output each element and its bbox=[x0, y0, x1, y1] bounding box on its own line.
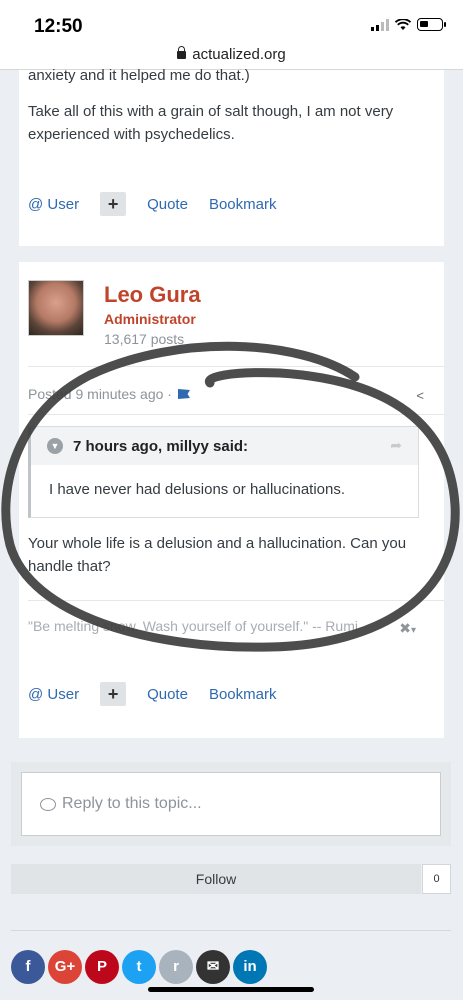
quote-citation: 7 hours ago, millyy said: bbox=[73, 437, 249, 455]
url-text: actualized.org bbox=[192, 46, 286, 63]
follower-count-badge: 0 bbox=[422, 864, 451, 894]
reddit-icon[interactable]: r bbox=[159, 950, 193, 984]
status-bar: 12:50 bbox=[0, 0, 463, 46]
author-avatar[interactable] bbox=[28, 280, 84, 336]
post-controls: @ User + Quote Bookmark bbox=[28, 192, 276, 216]
quote-header[interactable]: ▼ 7 hours ago, millyy said: bbox=[31, 427, 418, 465]
multiquote-button[interactable]: + bbox=[100, 192, 127, 216]
quote-link[interactable]: Quote bbox=[147, 686, 188, 703]
quote-text: I have never had delusions or hallucinat… bbox=[49, 481, 346, 498]
battery-icon bbox=[417, 18, 446, 31]
linkedin-icon[interactable]: in bbox=[233, 950, 267, 984]
multiquote-button[interactable]: + bbox=[100, 682, 127, 706]
social-share-bar: f G+ P t r ✉ in bbox=[11, 950, 267, 984]
close-icon[interactable]: ✖ bbox=[399, 620, 411, 636]
post-body-text: Your whole life is a delusion and a hall… bbox=[28, 535, 407, 575]
mention-user-link[interactable]: @ User bbox=[28, 196, 79, 213]
share-icon[interactable]: < bbox=[416, 388, 424, 403]
home-indicator[interactable] bbox=[148, 987, 314, 992]
bookmark-link[interactable]: Bookmark bbox=[209, 196, 277, 213]
bookmark-link[interactable]: Bookmark bbox=[209, 686, 277, 703]
google-plus-icon[interactable]: G+ bbox=[48, 950, 82, 984]
chevron-down-icon[interactable]: ▼ bbox=[47, 438, 63, 454]
wifi-icon bbox=[395, 18, 411, 30]
share-arrow-icon[interactable]: ➦ bbox=[390, 437, 402, 454]
status-time: 12:50 bbox=[34, 16, 83, 37]
divider bbox=[11, 930, 451, 931]
follow-button[interactable]: Follow bbox=[11, 864, 421, 894]
post-meta: Posted 9 minutes ago · bbox=[28, 386, 190, 402]
signature-toggle[interactable]: ✖▾ bbox=[399, 620, 416, 637]
reply-area: Reply to this topic... bbox=[11, 762, 451, 846]
post-controls: @ User + Quote Bookmark bbox=[28, 682, 276, 706]
status-icons bbox=[371, 18, 446, 31]
reply-input[interactable]: Reply to this topic... bbox=[21, 772, 441, 836]
twitter-icon[interactable]: t bbox=[122, 950, 156, 984]
post-card-previous: anxiety and it helped me do that.) Take … bbox=[19, 67, 444, 246]
signature: "Be melting snow. Wash yourself of yours… bbox=[28, 618, 358, 634]
post-text-top: anxiety and it helped me do that.) bbox=[28, 67, 250, 84]
signal-icon bbox=[371, 18, 389, 31]
chevron-down-icon[interactable]: ▾ bbox=[411, 625, 416, 636]
lock-icon bbox=[177, 46, 187, 59]
divider bbox=[28, 600, 444, 601]
pinterest-icon[interactable]: P bbox=[85, 950, 119, 984]
post-text-main: Take all of this with a grain of salt th… bbox=[28, 103, 394, 143]
quote-link[interactable]: Quote bbox=[147, 196, 188, 213]
mention-user-link[interactable]: @ User bbox=[28, 686, 79, 703]
divider bbox=[28, 414, 444, 415]
email-icon[interactable]: ✉ bbox=[196, 950, 230, 984]
author-post-count: 13,617 posts bbox=[104, 331, 185, 347]
facebook-icon[interactable]: f bbox=[11, 950, 45, 984]
post-card-leo: Leo Gura Administrator 13,617 posts Post… bbox=[19, 262, 444, 738]
speech-bubble-icon bbox=[40, 797, 56, 811]
report-flag-icon[interactable] bbox=[177, 389, 190, 399]
divider bbox=[28, 366, 444, 367]
quote-block: ▼ 7 hours ago, millyy said: ➦ I have nev… bbox=[28, 426, 419, 518]
post-timestamp[interactable]: Posted 9 minutes ago · bbox=[28, 386, 172, 402]
author-name[interactable]: Leo Gura bbox=[104, 282, 201, 308]
reply-placeholder: Reply to this topic... bbox=[62, 795, 202, 812]
author-role: Administrator bbox=[104, 311, 196, 327]
